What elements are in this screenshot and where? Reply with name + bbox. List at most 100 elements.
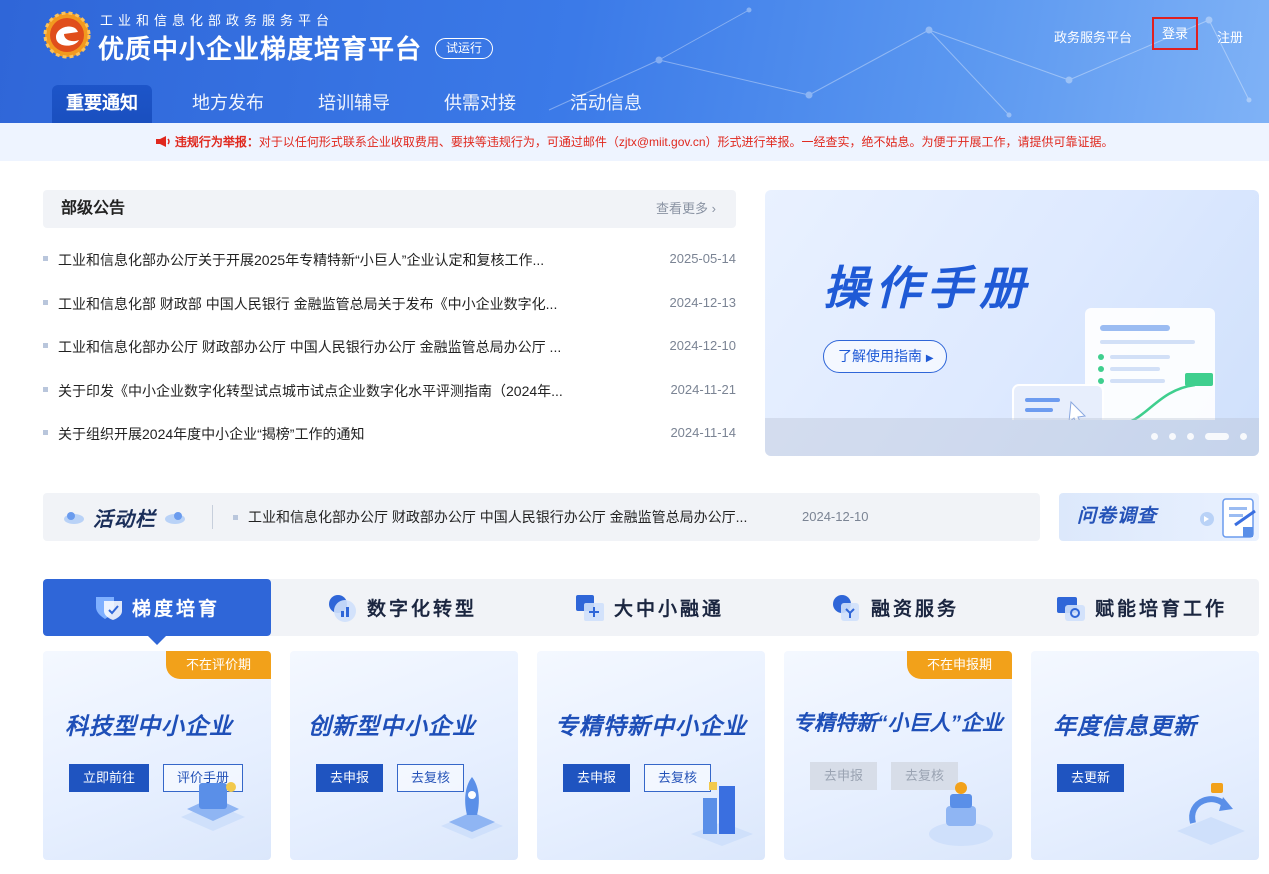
login-button[interactable]: 登录 bbox=[1152, 17, 1198, 50]
announcement-item[interactable]: 工业和信息化部办公厅 财政部办公厅 中国人民银行办公厅 金融监管总局办公厅 ..… bbox=[43, 324, 736, 368]
tab-enterprise-integration[interactable]: 大中小融通 bbox=[574, 579, 724, 636]
activity-title: 活动栏 bbox=[93, 508, 156, 531]
card-tech-sme[interactable]: 不在评价期 科技型中小企业 立即前往 评价手册 bbox=[43, 651, 271, 860]
carousel-dots bbox=[1151, 433, 1247, 440]
bullet-icon bbox=[233, 515, 238, 520]
activity-logo: 活动栏 bbox=[63, 493, 186, 541]
badge-icon bbox=[1057, 596, 1085, 621]
nav-tab-activity-info[interactable]: 活动信息 bbox=[556, 85, 656, 123]
bullet-icon bbox=[43, 386, 48, 392]
megaphone-icon bbox=[156, 136, 171, 147]
card-actions: 去更新 bbox=[1057, 764, 1125, 792]
announcement-title: 部级公告 bbox=[61, 200, 126, 217]
triangle-right-icon: ▶ bbox=[925, 353, 934, 364]
nav-tab-supply-demand[interactable]: 供需对接 bbox=[430, 85, 530, 123]
nav-tab-important-notice[interactable]: 重要通知 bbox=[52, 85, 152, 123]
trial-badge: 试运行 bbox=[435, 38, 494, 59]
card-annual-update[interactable]: 年度信息更新 去更新 bbox=[1031, 651, 1259, 860]
bullet-icon bbox=[43, 430, 48, 436]
carousel-dot[interactable] bbox=[1151, 433, 1158, 440]
service-tabs: 梯度培育 数字化转型 大中小融通 融资服务 赋能培育工作 bbox=[43, 579, 1259, 645]
survey-button[interactable]: 问卷调查 bbox=[1059, 493, 1259, 541]
announcement-item-date: 2024-11-21 bbox=[670, 381, 736, 397]
tab-label: 大中小融通 bbox=[614, 599, 725, 620]
tab-gradient-cultivation[interactable]: 梯度培育 bbox=[43, 579, 271, 645]
tab-label: 融资服务 bbox=[871, 599, 960, 620]
status-badge: 不在申报期 bbox=[907, 651, 1012, 679]
report-label: 违规行为举报： bbox=[174, 135, 259, 149]
announcement-item[interactable]: 工业和信息化部办公厅关于开展2025年专精特新“小巨人”企业认定和复核工作...… bbox=[43, 237, 736, 281]
view-more-label: 查看更多 bbox=[656, 201, 709, 216]
chevron-right-icon: › bbox=[711, 201, 716, 216]
usage-guide-button[interactable]: 了解使用指南 ▶ bbox=[823, 340, 947, 373]
buildings-illustration bbox=[691, 782, 753, 846]
card-title: 创新型中小企业 bbox=[308, 713, 476, 739]
refresh-illustration bbox=[1177, 783, 1245, 845]
carousel-dot[interactable] bbox=[1169, 433, 1176, 440]
clipboard-icon bbox=[1200, 498, 1256, 538]
carousel-dot-active[interactable] bbox=[1205, 433, 1229, 440]
apply-button[interactable]: 去申报 bbox=[563, 764, 631, 792]
manual-banner[interactable]: 操作手册 了解使用指南 ▶ bbox=[765, 190, 1259, 456]
tab-label: 梯度培育 bbox=[131, 599, 220, 620]
announcement-list: 工业和信息化部办公厅关于开展2025年专精特新“小巨人”企业认定和复核工作...… bbox=[43, 237, 736, 455]
announcement-item[interactable]: 工业和信息化部 财政部 中国人民银行 金融监管总局关于发布《中小企业数字化...… bbox=[43, 281, 736, 325]
link-icon bbox=[576, 594, 604, 621]
tab-label: 数字化转型 bbox=[367, 599, 478, 620]
bullet-icon bbox=[43, 256, 48, 261]
announcement-item-date: 2024-12-10 bbox=[669, 338, 737, 354]
card-title: 专精特新中小企业 bbox=[555, 713, 747, 739]
ministry-logo-icon bbox=[43, 11, 91, 59]
coin-icon bbox=[833, 594, 859, 621]
carousel-dot[interactable] bbox=[1240, 433, 1247, 440]
platform-illustration bbox=[181, 782, 245, 831]
document-illustration bbox=[1012, 308, 1215, 420]
bullet-icon bbox=[43, 343, 48, 349]
register-link[interactable]: 注册 bbox=[1217, 27, 1243, 46]
gov-platform-link[interactable]: 政务服务平台 bbox=[1054, 27, 1132, 46]
announcement-item[interactable]: 关于组织开展2024年度中小企业“揭榜”工作的通知 2024-11-14 bbox=[43, 411, 736, 455]
announcement-item-title[interactable]: 关于印发《中小企业数字化转型试点城市试点企业数字化水平评测指南（2024年... bbox=[58, 381, 618, 401]
announcement-item-title[interactable]: 工业和信息化部办公厅关于开展2025年专精特新“小巨人”企业认定和复核工作... bbox=[58, 250, 618, 270]
card-title: 科技型中小企业 bbox=[65, 713, 233, 739]
tab-digital-transformation[interactable]: 数字化转型 bbox=[327, 579, 477, 636]
announcement-item-date: 2025-05-14 bbox=[669, 251, 737, 266]
announcement-item-title[interactable]: 关于组织开展2024年度中小企业“揭榜”工作的通知 bbox=[58, 424, 618, 444]
rocket-illustration bbox=[441, 777, 503, 839]
main-nav: 重要通知 地方发布 培训辅导 供需对接 活动信息 bbox=[52, 85, 682, 123]
card-title: 年度信息更新 bbox=[1053, 713, 1197, 739]
platform-subtitle: 工业和信息化部政务服务平台 bbox=[100, 13, 335, 28]
card-innovative-sme[interactable]: 创新型中小企业 去申报 去复核 bbox=[290, 651, 518, 860]
report-text: 对于以任何形式联系企业收取费用、要挟等违规行为，可通过邮件（zjtx@miit.… bbox=[258, 135, 1114, 149]
apply-button[interactable]: 去申报 bbox=[316, 764, 384, 792]
card-specialized-sme[interactable]: 专精特新中小企业 去申报 去复核 bbox=[537, 651, 765, 860]
tab-empower-cultivation[interactable]: 赋能培育工作 bbox=[1055, 579, 1227, 636]
announcement-item-date: 2024-12-13 bbox=[669, 294, 737, 310]
activity-item-date: 2024-12-10 bbox=[802, 509, 869, 524]
view-more-link[interactable]: 查看更多 › bbox=[656, 190, 716, 228]
shield-icon bbox=[95, 596, 122, 620]
activity-bar: 活动栏 工业和信息化部办公厅 财政部办公厅 中国人民银行办公厅 金融监管总局办公… bbox=[43, 493, 1040, 541]
card-title: 专精特新“小巨人”企业 bbox=[793, 712, 1003, 735]
apply-button[interactable]: 去申报 bbox=[810, 762, 878, 790]
card-little-giant[interactable]: 不在申报期 专精特新“小巨人”企业 去申报 去复核 bbox=[784, 651, 1012, 860]
announcement-header: 部级公告 查看更多 › bbox=[43, 190, 736, 228]
nav-tab-training[interactable]: 培训辅导 bbox=[304, 85, 404, 123]
activity-divider bbox=[212, 505, 213, 529]
usage-guide-label: 了解使用指南 bbox=[838, 348, 922, 364]
announcement-item[interactable]: 关于印发《中小企业数字化转型试点城市试点企业数字化水平评测指南（2024年...… bbox=[43, 368, 736, 412]
announcement-item-title[interactable]: 工业和信息化部办公厅 财政部办公厅 中国人民银行办公厅 金融监管总局办公厅 ..… bbox=[58, 337, 618, 357]
stacked-blocks-illustration bbox=[929, 782, 993, 846]
announcement-item-title[interactable]: 工业和信息化部 财政部 中国人民银行 金融监管总局关于发布《中小企业数字化... bbox=[58, 294, 618, 314]
bullet-icon bbox=[43, 299, 48, 305]
status-badge: 不在评价期 bbox=[166, 651, 271, 679]
go-now-button[interactable]: 立即前往 bbox=[69, 764, 150, 792]
update-button[interactable]: 去更新 bbox=[1057, 764, 1125, 792]
tab-financing-service[interactable]: 融资服务 bbox=[831, 579, 959, 636]
cloud-icon bbox=[64, 512, 84, 524]
carousel-dot[interactable] bbox=[1187, 433, 1194, 440]
platform-title: 优质中小企业梯度培育平台 bbox=[98, 34, 423, 64]
nav-tab-local-release[interactable]: 地方发布 bbox=[178, 85, 278, 123]
announcement-item-date: 2024-11-14 bbox=[670, 425, 736, 441]
activity-item-title[interactable]: 工业和信息化部办公厅 财政部办公厅 中国人民银行办公厅 金融监管总局办公厅... bbox=[248, 493, 747, 541]
